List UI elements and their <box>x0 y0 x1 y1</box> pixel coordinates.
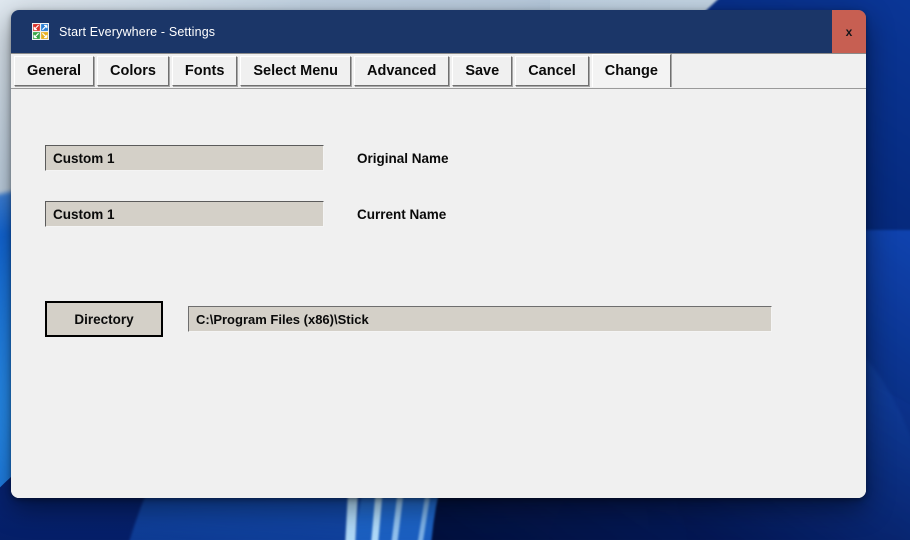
settings-window: Start Everywhere - Settings x General Co… <box>11 10 866 498</box>
tab-advanced-label: Advanced <box>367 63 437 79</box>
directory-path-input[interactable]: C:\Program Files (x86)\Stick <box>188 306 772 332</box>
tab-bar: General Colors Fonts Select Menu Advance… <box>11 53 866 88</box>
tab-general-label: General <box>27 63 81 79</box>
current-name-input[interactable]: Custom 1 <box>45 201 324 227</box>
current-name-label: Current Name <box>357 206 447 222</box>
original-name-input[interactable]: Custom 1 <box>45 145 324 171</box>
desktop: Start Everywhere - Settings x General Co… <box>0 0 910 540</box>
directory-button[interactable]: Directory <box>45 301 163 337</box>
tab-cancel-label: Cancel <box>528 63 576 79</box>
tab-change[interactable]: Change <box>591 54 671 87</box>
original-name-label: Original Name <box>357 150 449 166</box>
current-name-row: Custom 1 Current Name <box>45 201 446 227</box>
tab-fonts[interactable]: Fonts <box>171 56 238 86</box>
change-panel: Custom 1 Original Name Custom 1 Current … <box>11 88 866 498</box>
four-quadrant-arrows-icon <box>32 23 49 40</box>
tab-cancel[interactable]: Cancel <box>515 56 589 86</box>
directory-row: Directory C:\Program Files (x86)\Stick <box>45 301 772 337</box>
tab-general[interactable]: General <box>14 56 94 86</box>
close-button[interactable]: x <box>832 10 866 53</box>
tab-advanced[interactable]: Advanced <box>354 56 450 86</box>
tab-save[interactable]: Save <box>452 56 513 86</box>
tab-fonts-label: Fonts <box>184 63 225 79</box>
tab-save-label: Save <box>465 63 500 79</box>
tab-change-label: Change <box>604 63 658 79</box>
tab-select-menu-label: Select Menu <box>253 63 338 79</box>
tab-colors[interactable]: Colors <box>97 56 169 86</box>
tab-select-menu[interactable]: Select Menu <box>240 56 351 86</box>
window-title: Start Everywhere - Settings <box>59 24 216 39</box>
tab-colors-label: Colors <box>110 63 156 79</box>
original-name-row: Custom 1 Original Name <box>45 145 449 171</box>
window-titlebar[interactable]: Start Everywhere - Settings x <box>11 10 866 53</box>
